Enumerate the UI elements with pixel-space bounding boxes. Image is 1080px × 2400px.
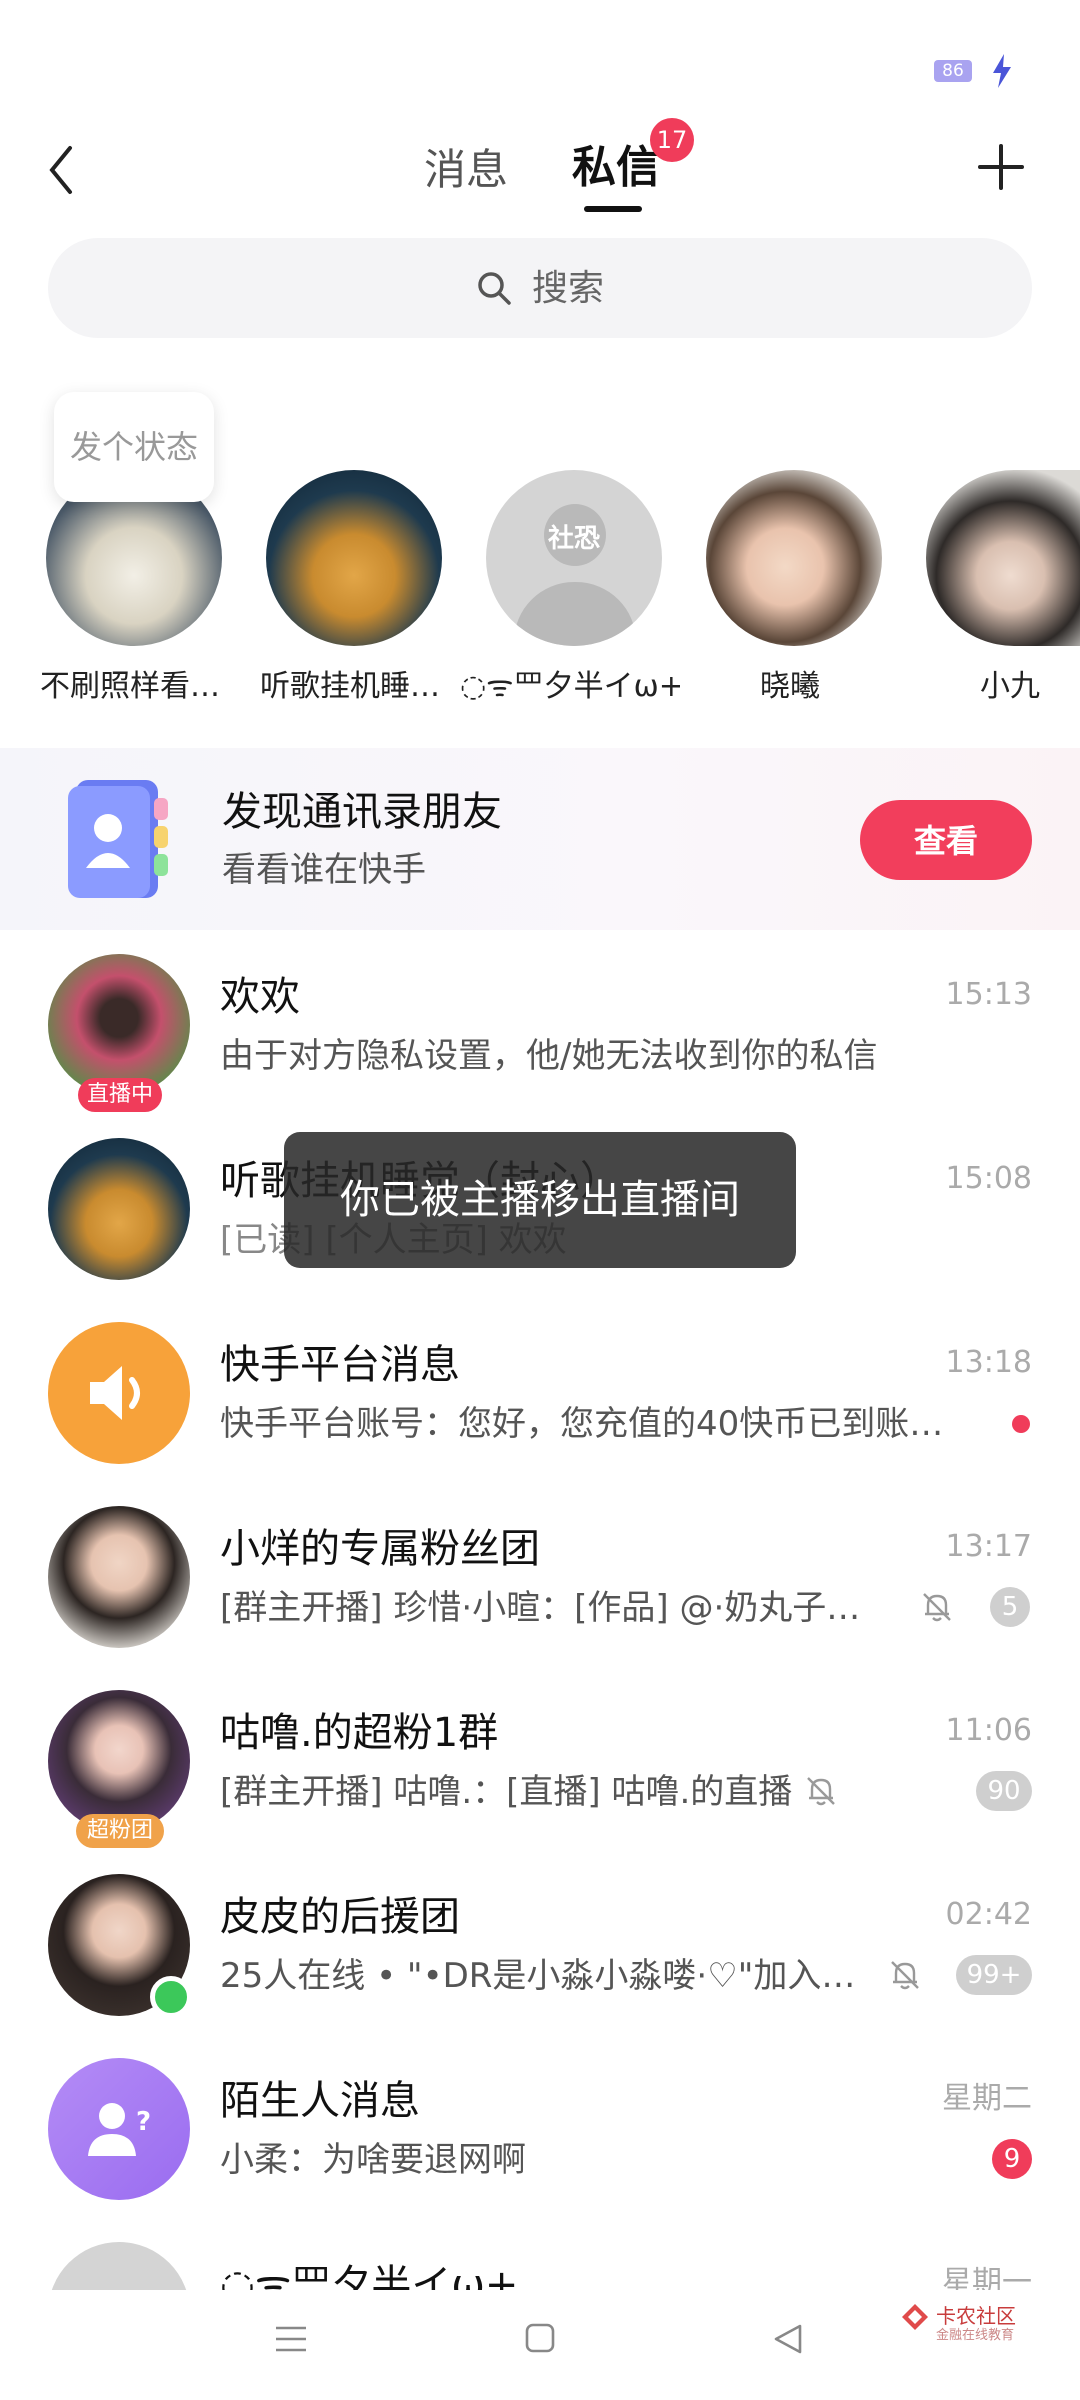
chat-row[interactable]: 直播中 欢欢 由于对方隐私设置，他/她无法收到你的私信 15:13 <box>0 930 1080 1114</box>
chat-time: 星期二 <box>942 2081 1032 2116</box>
chat-row[interactable]: 超粉团 咕噜.的超粉1群 [群主开播] 咕噜.：[直播] 咕噜.的直播 11:0… <box>0 1666 1080 1850</box>
chat-time: 11:06 <box>945 1713 1032 1748</box>
chat-name: 快手平台消息 <box>220 1342 460 1388</box>
chat-name: 小烊的专属粉丝团 <box>220 1526 540 1572</box>
search-placeholder: 搜索 <box>532 268 605 309</box>
mute-bell-icon <box>891 1961 919 1990</box>
live-tag: 直播中 <box>78 1078 162 1112</box>
speaker-icon <box>90 1366 140 1420</box>
banner-title: 发现通讯录朋友 <box>222 789 502 835</box>
unread-count: 90 <box>976 1771 1032 1811</box>
chat-time: 13:17 <box>945 1529 1032 1564</box>
chat-name: 咕噜.的超粉1群 <box>220 1710 499 1756</box>
add-icon[interactable] <box>978 144 1024 190</box>
story-label-5: 小九 <box>980 669 1040 704</box>
avatar <box>48 954 190 1096</box>
chat-time: 02:42 <box>945 1897 1032 1932</box>
tab-messages[interactable]: 消息 <box>424 140 508 200</box>
avatar <box>48 1690 190 1832</box>
chat-time: 13:18 <box>945 1345 1032 1380</box>
charging-icon <box>993 54 1011 88</box>
avatar <box>48 1322 190 1464</box>
chat-preview: [群主开播] 咕噜.：[直播] 咕噜.的直播 <box>220 1772 793 1812</box>
active-tab-indicator <box>584 206 642 212</box>
watermark-subtitle: 金融在线教育 <box>936 2328 1015 2343</box>
story-avatar-2[interactable] <box>266 470 442 646</box>
back-nav-icon[interactable] <box>772 2322 804 2356</box>
story-label-4: 晓曦 <box>760 669 820 704</box>
online-indicator <box>150 1976 192 2018</box>
chat-row[interactable]: 快手平台消息 快手平台账号：您好，您充值的40快币已到账… 13:18 <box>0 1298 1080 1482</box>
chat-time: 星期一 <box>942 2265 1032 2290</box>
chat-preview: 由于对方隐私设置，他/她无法收到你的私信 <box>220 1036 878 1076</box>
view-contacts-button[interactable]: 查看 <box>860 800 1032 880</box>
mute-bell-icon <box>923 1593 951 1622</box>
back-icon[interactable] <box>42 140 82 200</box>
chat-time: 15:13 <box>945 977 1032 1012</box>
chat-preview: 快手平台账号：您好，您充值的40快币已到账… <box>220 1404 944 1444</box>
post-status-bubble[interactable]: 发个状态 <box>54 392 214 502</box>
mute-bell-icon <box>807 1777 835 1806</box>
menu-icon[interactable] <box>274 2324 308 2354</box>
chat-name: 皮皮的后援团 <box>220 1894 460 1940</box>
avatar: ? <box>48 2058 190 2200</box>
watermark-logo-icon <box>902 2304 928 2330</box>
chat-name: ◌ᯤ罒夕半イω+ <box>220 2262 519 2290</box>
unread-dot <box>1012 1415 1030 1433</box>
avatar <box>48 1506 190 1648</box>
chat-name: 欢欢 <box>220 974 300 1020</box>
chat-name: 陌生人消息 <box>220 2078 420 2124</box>
chat-preview: [群主开播] 珍惜·小暄：[作品] @·奶丸子… <box>220 1588 861 1628</box>
avatar <box>48 1138 190 1280</box>
search-icon <box>478 272 511 305</box>
story-avatar-3[interactable]: 社恐 <box>486 470 662 646</box>
chat-row[interactable]: 小烊的专属粉丝团 [群主开播] 珍惜·小暄：[作品] @·奶丸子… 13:17 … <box>0 1482 1080 1666</box>
story-label-3: ◌ᯤ罒夕半イω+ <box>460 669 680 704</box>
super-fan-tag: 超粉团 <box>76 1814 164 1848</box>
svg-text:?: ? <box>136 2107 151 2137</box>
unread-count: 5 <box>990 1587 1030 1627</box>
avatar <box>48 2242 190 2290</box>
battery-indicator: 86 <box>934 60 972 82</box>
unread-count: 99+ <box>956 1955 1032 1995</box>
stranger-icon: ? <box>88 2103 151 2156</box>
chat-time: 15:08 <box>945 1161 1032 1196</box>
chat-preview: 25人在线 • "•DR是小淼小淼喽·♡"加入… <box>220 1956 856 1996</box>
unread-count: 9 <box>992 2139 1032 2179</box>
tab-private-messages[interactable]: 私信 <box>572 138 660 198</box>
unread-badge: 17 <box>650 118 694 162</box>
toast-message: 你已被主播移出直播间 <box>284 1132 796 1268</box>
story-avatar-5[interactable] <box>926 470 1080 646</box>
banner-subtitle: 看看谁在快手 <box>222 850 426 890</box>
story-label-2: 听歌挂机睡… <box>260 669 440 704</box>
story-avatar-4[interactable] <box>706 470 882 646</box>
story-label-1: 不刷照样看… <box>40 669 220 704</box>
contact-book-icon <box>68 780 168 898</box>
chat-row[interactable]: 皮皮的后援团 25人在线 • "•DR是小淼小淼喽·♡"加入… 02:42 99… <box>0 1850 1080 2034</box>
home-icon[interactable] <box>524 2322 556 2354</box>
chat-preview: 小柔：为啥要退网啊 <box>220 2140 526 2180</box>
story-avatar-3-text: 社恐 <box>547 524 600 554</box>
chat-row[interactable]: ? 陌生人消息 小柔：为啥要退网啊 星期二 9 <box>0 2034 1080 2218</box>
chat-row[interactable]: ◌ᯤ罒夕半イω+ 星期一 <box>0 2218 1080 2290</box>
